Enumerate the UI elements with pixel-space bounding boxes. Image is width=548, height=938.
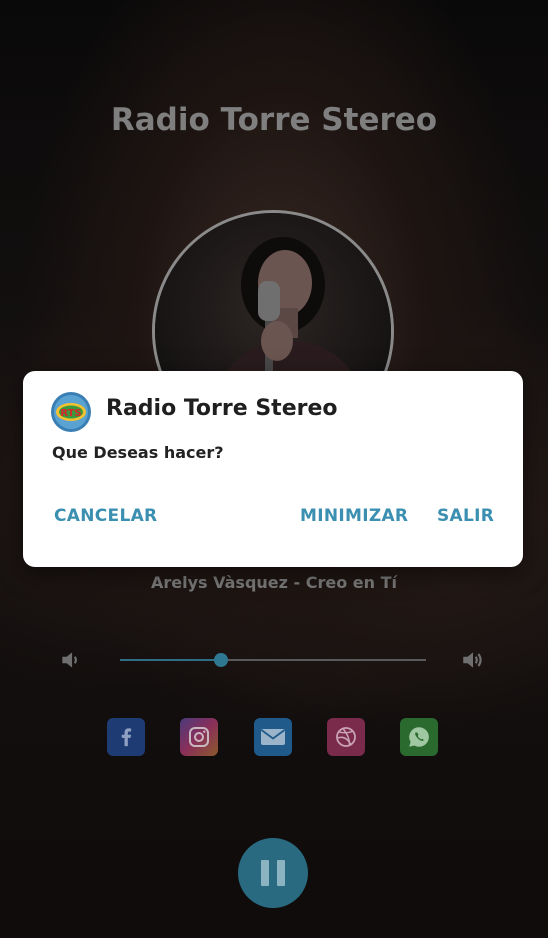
cancel-button[interactable]: CANCELAR <box>54 506 157 526</box>
minimize-button[interactable]: MINIMIZAR <box>300 506 408 526</box>
station-logo-text: RTS <box>60 408 81 419</box>
dialog-title: Radio Torre Stereo <box>106 396 338 421</box>
exit-button[interactable]: SALIR <box>437 506 494 526</box>
exit-dialog: RTS Radio Torre Stereo Que Deseas hacer?… <box>23 371 523 567</box>
player-screen: Radio Torre Stereo Arelys Vàsquez - Creo… <box>0 0 548 938</box>
station-logo: RTS <box>50 391 92 433</box>
dialog-message: Que Deseas hacer? <box>52 443 224 462</box>
